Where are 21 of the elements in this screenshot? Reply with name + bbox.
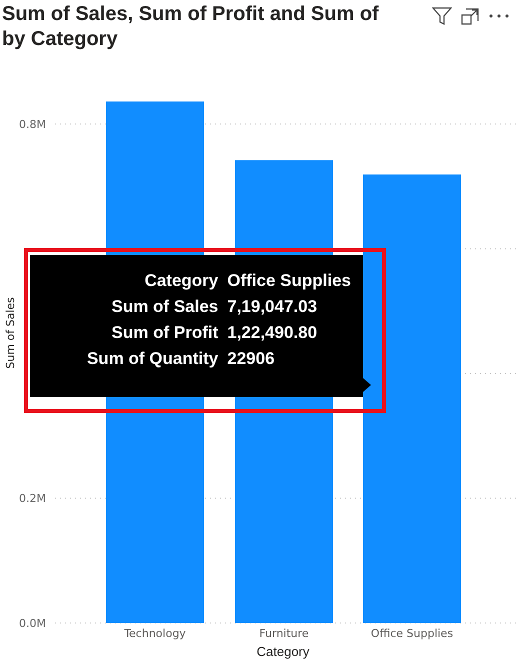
tooltip-value: 22906 [227,349,275,369]
chart-title: Sum of Sales, Sum of Profit and Sum of [2,2,379,27]
more-options-icon[interactable] [488,13,510,19]
axis-tick-label: 0.2M [19,492,46,506]
y-axis-title: Sum of Sales [4,297,17,369]
tooltip-label: Sum of Quantity [86,349,218,369]
tooltip-value: Office Supplies [227,271,351,291]
chart-title: by Category [2,27,118,52]
tooltip-label: Sum of Profit [112,323,218,343]
tooltip-label: Category [144,271,218,291]
axis-tick-label: 0.8M [19,118,46,131]
category-label: Technology [124,627,186,640]
focus-mode-icon[interactable] [460,6,480,26]
tooltip-value: 7,19,047.03 [227,297,318,317]
tooltip-label: Sum of Sales [111,297,218,317]
axis-tick-label: 0.0M [19,617,46,630]
x-axis-title: Category [256,644,310,659]
category-label: Office Supplies [370,627,454,640]
filter-icon[interactable] [432,6,452,26]
category-label: Furniture [259,627,309,640]
tooltip-value: 1,22,490.80 [227,323,318,343]
